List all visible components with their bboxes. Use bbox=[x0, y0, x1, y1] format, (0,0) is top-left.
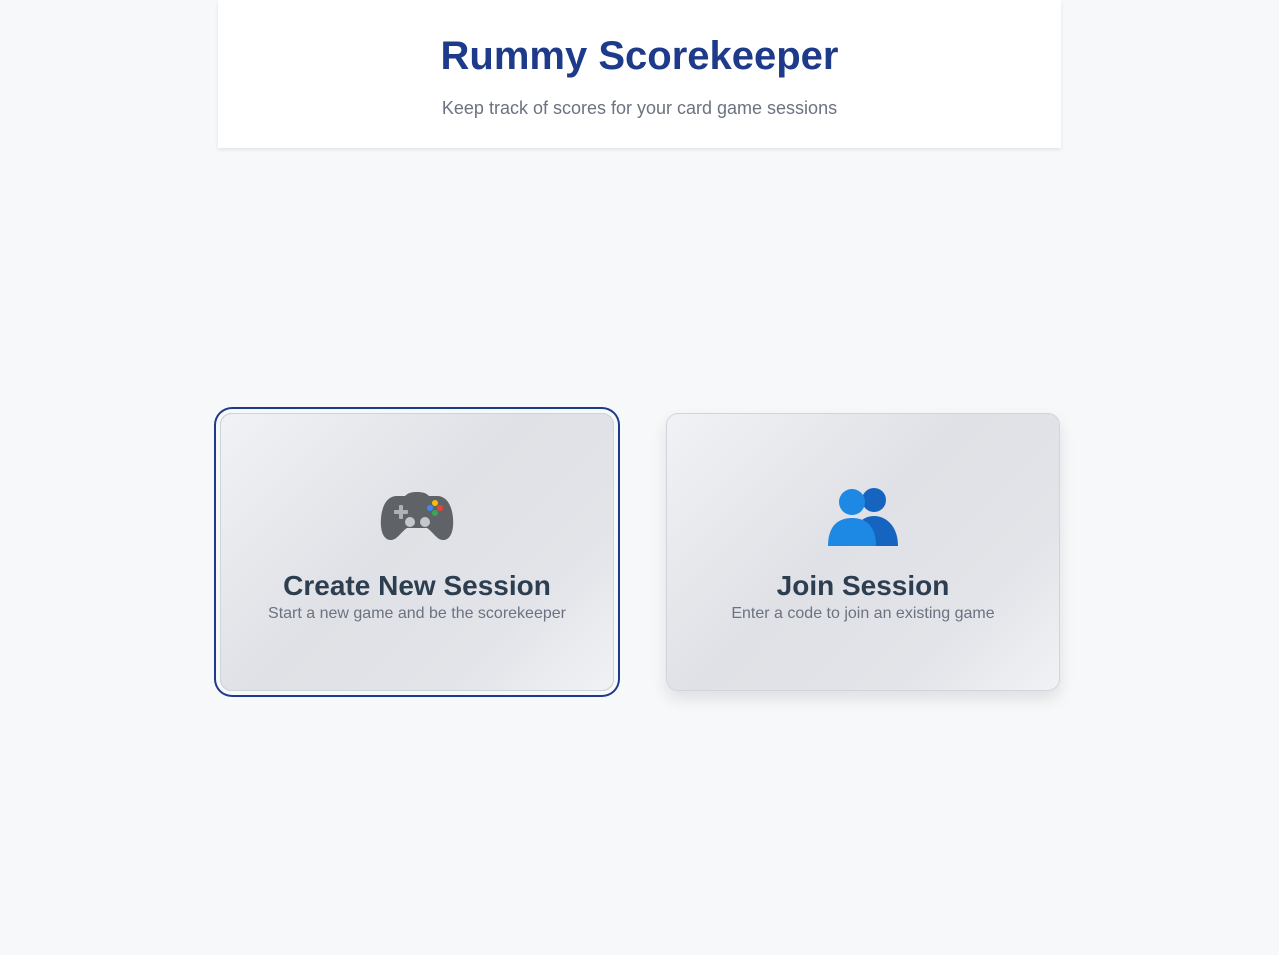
create-session-card[interactable]: Create New Session Start a new game and … bbox=[220, 413, 614, 691]
join-session-card[interactable]: Join Session Enter a code to join an exi… bbox=[666, 413, 1060, 691]
gamepad-icon bbox=[221, 476, 613, 548]
page-subtitle: Keep track of scores for your card game … bbox=[441, 98, 838, 118]
join-session-description: Enter a code to join an existing game bbox=[731, 605, 995, 622]
app-header: Rummy Scorekeeper Keep track of scores f… bbox=[218, 0, 1061, 148]
create-session-title: Create New Session bbox=[283, 570, 551, 601]
page-title: Rummy Scorekeeper bbox=[440, 34, 839, 78]
join-session-title: Join Session bbox=[776, 570, 950, 601]
create-session-description: Start a new game and be the scorekeeper bbox=[268, 605, 566, 622]
users-icon bbox=[667, 476, 1059, 548]
